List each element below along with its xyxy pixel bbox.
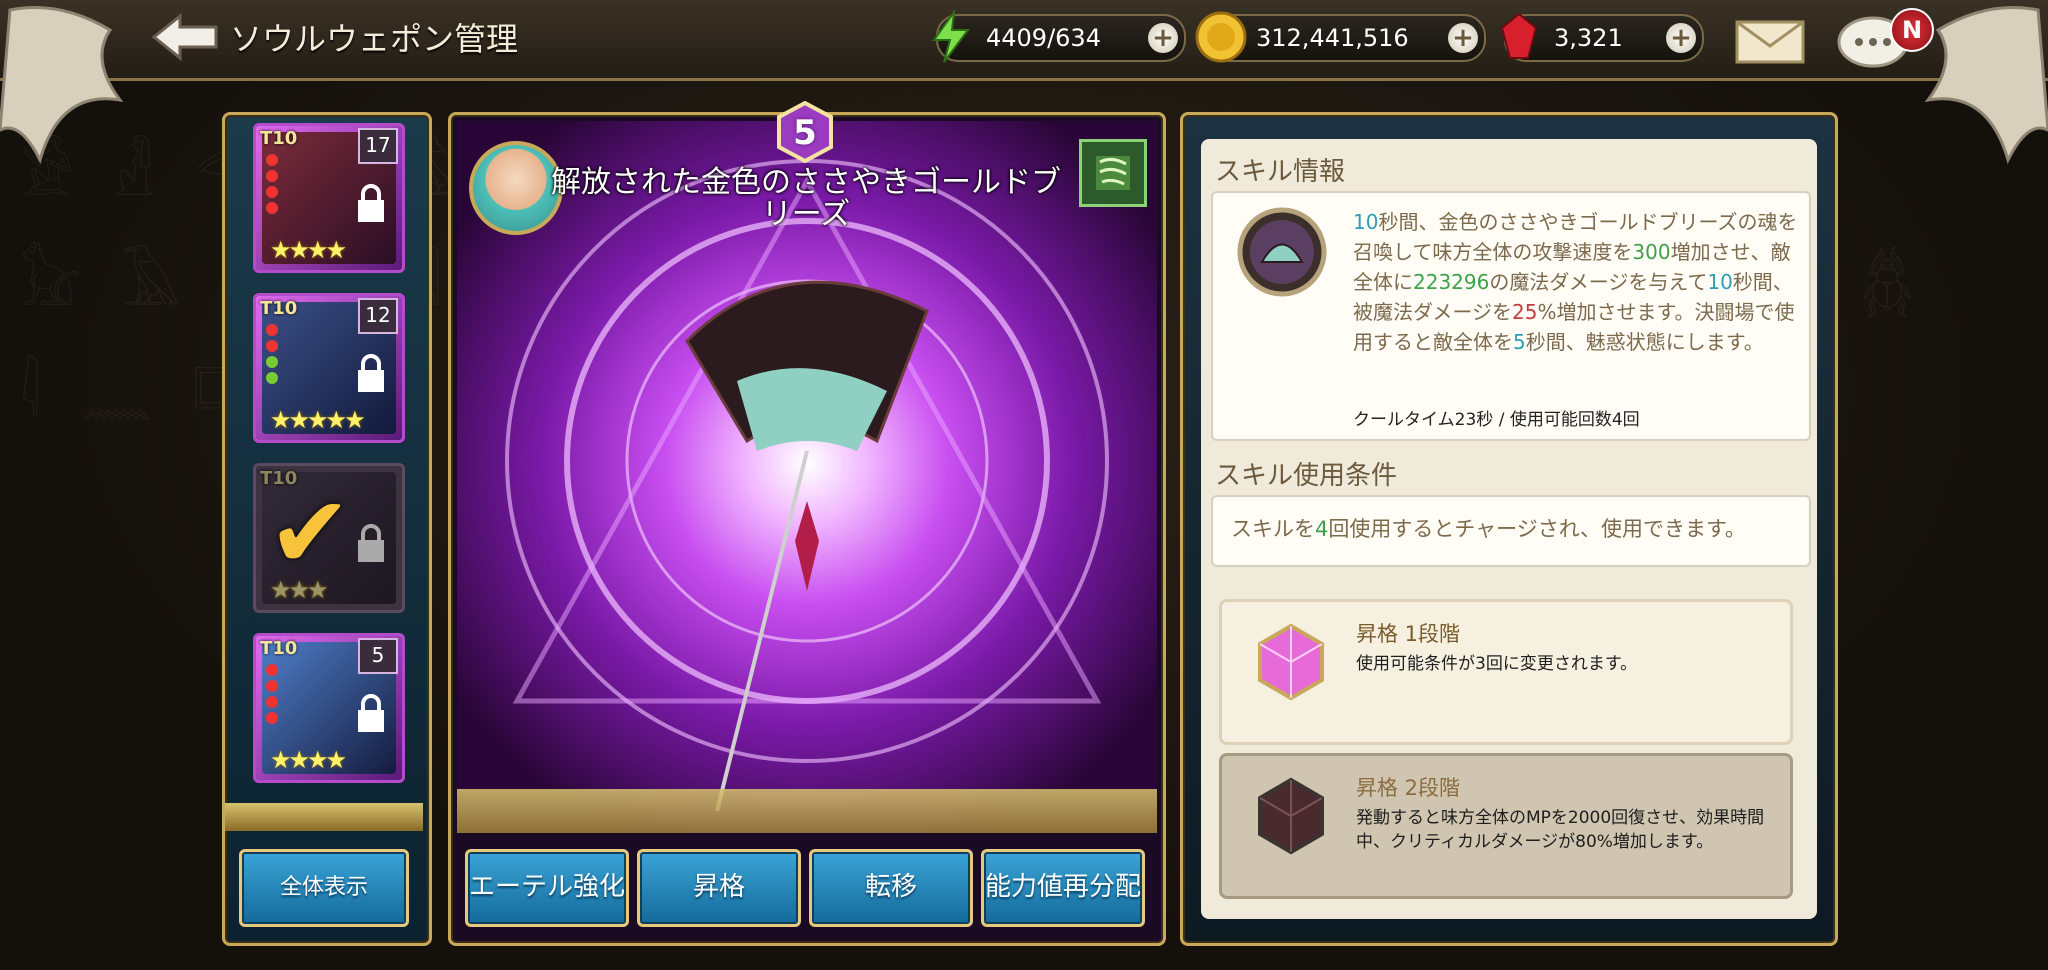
gold-counter: 312,441,516 + — [1195, 11, 1486, 63]
tier-label: T10 — [260, 638, 298, 659]
skill-description: 10秒間、金色のささやきゴールドブリーズの魂を召喚して味方全体の攻撃速度を300… — [1353, 210, 1798, 354]
pink-crystal-icon — [1258, 623, 1324, 701]
list-divider — [225, 803, 423, 831]
ascension-title: 昇格 1段階 — [1356, 622, 1461, 646]
add-stamina-button[interactable]: + — [1148, 23, 1178, 53]
dark-crystal-icon — [1258, 777, 1324, 855]
ascension-text: 使用可能条件が3回に変更されます。 — [1356, 654, 1638, 674]
character-avatar — [469, 141, 563, 235]
back-arrow-icon[interactable] — [150, 12, 220, 62]
frame-ornament — [457, 789, 1157, 833]
left-ornament-icon — [0, 6, 124, 165]
star-rating: ★★★★ — [270, 746, 347, 774]
weapon-name: 解放された金色のささやきゴールドブリーズ — [551, 165, 1061, 232]
skill-description-box: 10秒間、金色のささやきゴールドブリーズの魂を召喚して味方全体の攻撃速度を300… — [1211, 191, 1811, 441]
lightning-icon — [932, 10, 970, 63]
fan-skill-icon — [1237, 207, 1327, 297]
ascension-stage-1: 昇格 1段階 使用可能条件が3回に変更されます。 — [1219, 599, 1793, 745]
star-rating: ★★★★ — [270, 236, 347, 264]
weapon-card[interactable]: T10 5 ★★★★ — [253, 633, 405, 783]
level-badge: 12 — [358, 298, 398, 334]
gem-counter: 3,321 + — [1500, 12, 1704, 62]
ascension-text: 発動すると味方全体のMPを2000回復させ、効果時間中、クリティカルダメージが8… — [1356, 808, 1765, 852]
checkmark-icon: ✔ — [268, 474, 352, 591]
weapon-card[interactable]: T10 12 ★★★★★ — [253, 293, 405, 443]
weapon-card[interactable]: T10 17 ★★★★ — [253, 123, 405, 273]
weapon-card-selected[interactable]: T10 ★★★ ✔ — [253, 463, 405, 613]
stamina-counter: 4409/634 + — [932, 10, 1186, 63]
transfer-button[interactable]: 転移 — [809, 849, 973, 927]
skill-info-title: スキル情報 — [1215, 157, 1346, 187]
cooldown-text: クールタイム23秒 / 使用可能回数4回 — [1353, 410, 1640, 430]
skill-info-panel: スキル情報 10秒間、金色のささやきゴールドブリーズの魂を召喚して味方全体の攻撃… — [1180, 112, 1838, 946]
add-gold-button[interactable]: + — [1448, 23, 1478, 53]
level-badge: 17 — [358, 128, 398, 164]
skill-condition-box: スキルを4回使用するとチャージされ、使用できます。 — [1211, 495, 1811, 567]
tier-label: T10 — [260, 298, 298, 319]
page-title: ソウルウェポン管理 — [230, 20, 519, 58]
lock-icon — [358, 184, 384, 222]
lock-icon — [358, 524, 384, 562]
lock-icon — [358, 694, 384, 732]
grade-badge: 5 — [775, 100, 835, 164]
gold-value: 312,441,516 — [1256, 24, 1409, 52]
ascend-button[interactable]: 昇格 — [637, 849, 801, 927]
skill-condition-text: スキルを4回使用するとチャージされ、使用できます。 — [1231, 517, 1746, 541]
scroll-icon[interactable] — [1079, 139, 1147, 207]
ascension-title: 昇格 2段階 — [1356, 776, 1461, 800]
grade-number: 5 — [793, 113, 817, 153]
skill-condition-title: スキル使用条件 — [1215, 461, 1398, 491]
info-paper: スキル情報 10秒間、金色のささやきゴールドブリーズの魂を召喚して味方全体の攻撃… — [1201, 139, 1817, 919]
weapon-display-panel: 解放された金色のささやきゴールドブリーズ 5 エーテル強化 昇格 転移 能力値再… — [448, 100, 1166, 946]
stamina-value: 4409/634 — [986, 24, 1101, 52]
show-all-button[interactable]: 全体表示 — [239, 849, 409, 927]
star-rating: ★★★★★ — [270, 406, 366, 434]
notification-badge: N — [1890, 8, 1934, 52]
ascension-stage-2: 昇格 2段階 発動すると味方全体のMPを2000回復させ、効果時間中、クリティカ… — [1219, 753, 1793, 899]
red-gem-icon — [1500, 12, 1538, 59]
lock-icon — [358, 354, 384, 392]
mail-icon[interactable] — [1735, 18, 1805, 66]
level-badge: 5 — [358, 638, 398, 674]
redistribute-stats-button[interactable]: 能力値再分配 — [981, 849, 1145, 927]
aether-enhance-button[interactable]: エーテル強化 — [465, 849, 629, 927]
weapon-list-panel: T10 17 ★★★★ T10 12 ★★★★★ T10 ★★★ ✔ T10 5… — [222, 112, 432, 946]
add-gem-button[interactable]: + — [1666, 23, 1696, 53]
gem-value: 3,321 — [1554, 24, 1623, 52]
gold-coin-icon — [1195, 11, 1247, 63]
tier-label: T10 — [260, 128, 298, 149]
